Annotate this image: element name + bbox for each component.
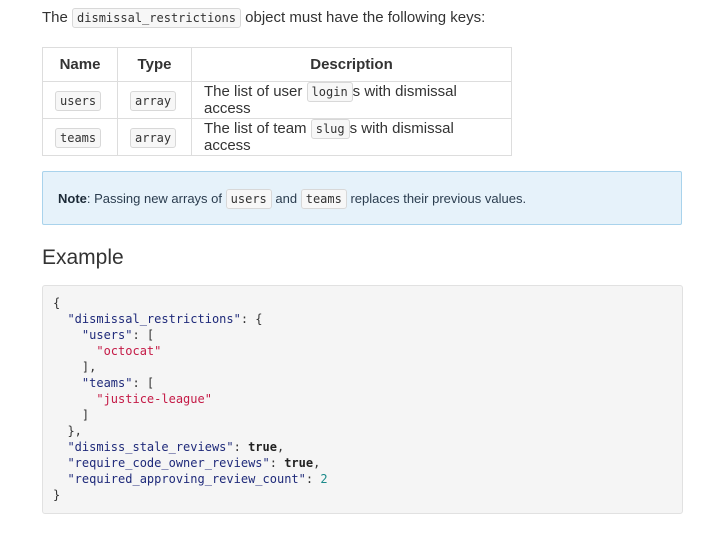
code-key-dismissal: "dismissal_restrictions" [67, 312, 241, 326]
key-name-code: teams [55, 127, 102, 148]
description-code: slug [310, 119, 350, 139]
note-text-2: and [275, 191, 298, 206]
code-key-stale: "dismiss_stale_reviews" [67, 440, 234, 454]
table-row: teams array The list of team slug s with … [42, 118, 512, 156]
code-key-teams: "teams" [81, 376, 133, 390]
code-value-count: 2 [320, 472, 328, 486]
key-type-code: array [130, 127, 177, 148]
code-value-user: "octocat" [96, 344, 162, 358]
note-text-3: replaces their previous values. [350, 191, 527, 206]
intro-paragraph: The dismissal_restrictions object must h… [42, 8, 485, 28]
header-name: Name [42, 47, 118, 82]
row-type-cell: array [117, 81, 192, 119]
keys-table: Name Type Description users array The li… [42, 47, 512, 156]
key-name-code: users [55, 90, 102, 111]
note-text-1: : Passing new arrays of [86, 191, 223, 206]
code-value-codeowner: true [284, 456, 314, 470]
note-label: Note [58, 191, 87, 206]
code-key-codeowner: "require_code_owner_reviews" [67, 456, 270, 470]
header-type: Type [117, 47, 192, 82]
description-prefix: The list of team [204, 120, 307, 137]
example-code-block: { "dismissal_restrictions": { "users": [… [42, 285, 683, 514]
row-description-cell: The list of team slug s with dismissal ac… [191, 118, 512, 156]
table-header-row: Name Type Description [42, 47, 512, 82]
object-name-code: dismissal_restrictions [72, 8, 241, 28]
intro-prefix: The [42, 9, 68, 26]
code-value-stale: true [248, 440, 277, 454]
note-callout: Note: Passing new arrays of users and te… [42, 171, 682, 225]
code-brace-close: } [53, 488, 61, 502]
code-value-team: "justice-league" [96, 392, 212, 406]
code-key-users: "users" [81, 328, 133, 342]
key-type-code: array [130, 90, 177, 111]
table-row: users array The list of user login s with… [42, 81, 512, 119]
row-description-cell: The list of user login s with dismissal a… [191, 81, 512, 119]
row-name-cell: teams [42, 118, 118, 156]
intro-suffix: object must have the following keys: [245, 9, 486, 26]
code-brace-open: { [53, 296, 61, 310]
note-users-code: users [225, 189, 272, 209]
header-description: Description [191, 47, 512, 82]
example-heading: Example [42, 246, 124, 269]
description-prefix: The list of user [204, 83, 303, 100]
row-name-cell: users [42, 81, 118, 119]
description-code: login [306, 82, 353, 102]
note-teams-code: teams [300, 189, 347, 209]
code-key-count: "required_approving_review_count" [67, 472, 306, 486]
row-type-cell: array [117, 118, 192, 156]
